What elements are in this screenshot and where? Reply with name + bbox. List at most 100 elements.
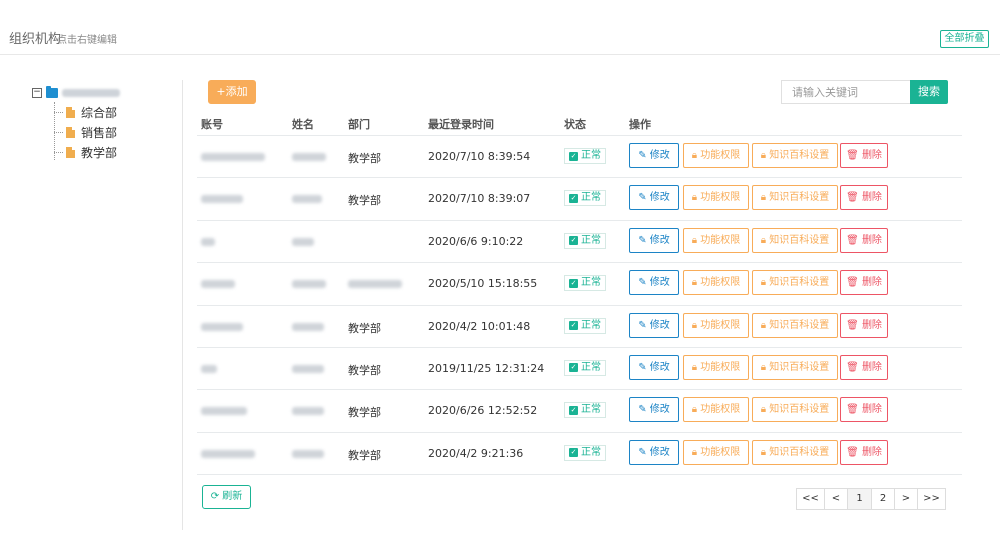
kb-settings-button[interactable]: 🔒︎ 知识百科设置 <box>752 312 838 338</box>
edit-button[interactable]: ✎ 修改 <box>629 270 679 296</box>
kb-settings-button[interactable]: 🔒︎ 知识百科设置 <box>752 185 838 211</box>
add-button[interactable]: +添加 <box>208 80 256 104</box>
last-login-cell: 2020/4/2 9:21:36 <box>428 446 524 460</box>
tree-root-label[interactable] <box>62 89 120 97</box>
collapse-toggle-icon[interactable]: − <box>32 88 42 98</box>
kb-settings-button[interactable]: 🔒︎ 知识百科设置 <box>752 227 838 253</box>
kb-settings-button[interactable]: 🔒︎ 知识百科设置 <box>752 270 838 296</box>
pager-prev[interactable]: < <box>824 488 848 510</box>
kb-settings-button-label: 知识百科设置 <box>769 150 830 161</box>
edit-button[interactable]: ✎ 修改 <box>629 143 679 168</box>
tree-node-label[interactable]: 教学部 <box>81 144 117 161</box>
kb-settings-button-label: 知识百科设置 <box>769 319 830 331</box>
kb-settings-button[interactable]: 🔒︎ 知识百科设置 <box>752 354 838 380</box>
tree-node-sales[interactable]: 销售部 <box>54 122 120 142</box>
column-header-status: 状态 <box>564 118 586 131</box>
account-cell <box>201 322 243 331</box>
permission-button-label: 功能权限 <box>700 234 741 246</box>
lock-icon: 🔒︎ <box>760 446 770 458</box>
permission-button[interactable]: 🔒︎ 功能权限 <box>683 227 749 253</box>
delete-button-label: 删除 <box>861 404 882 416</box>
permission-button[interactable]: 🔒︎ 功能权限 <box>683 354 749 380</box>
check-icon: ✓ <box>569 193 578 203</box>
last-login-cell: 2020/7/10 8:39:07 <box>428 192 531 206</box>
delete-button[interactable]: 🗑︎ 删除 <box>840 439 888 465</box>
edit-button-label: 修改 <box>649 234 670 246</box>
edit-button[interactable]: ✎ 修改 <box>629 439 679 465</box>
pager-next[interactable]: > <box>894 488 918 510</box>
lock-icon: 🔒︎ <box>760 150 770 161</box>
edit-icon: ✎ <box>638 319 650 331</box>
delete-button-label: 删除 <box>861 446 882 458</box>
column-header-account: 账号 <box>201 118 223 131</box>
edit-button[interactable]: ✎ 修改 <box>629 185 679 211</box>
pager-last[interactable]: >> <box>917 488 946 510</box>
status-badge: ✓ 正常 <box>564 148 606 164</box>
permission-button[interactable]: 🔒︎ 功能权限 <box>683 312 749 338</box>
trash-icon: 🗑︎ <box>846 404 862 416</box>
delete-button[interactable]: 🗑︎ 删除 <box>840 397 888 423</box>
dept-cell: 教学部 <box>348 321 381 335</box>
permission-button-label: 功能权限 <box>700 319 741 331</box>
pager-page-2[interactable]: 2 <box>871 488 895 510</box>
edit-button[interactable]: ✎ 修改 <box>629 312 679 338</box>
delete-button[interactable]: 🗑︎ 删除 <box>840 143 888 168</box>
table-row: 教学部 2019/11/25 12:31:24 ✓ 正常 ✎ 修改 🔒︎ 功能权限 🔒︎ 知… <box>197 348 962 391</box>
edit-button-label: 修改 <box>649 404 670 416</box>
delete-button[interactable]: 🗑︎ 删除 <box>840 270 888 296</box>
account-cell <box>201 153 265 161</box>
edit-button[interactable]: ✎ 修改 <box>629 354 679 380</box>
last-login-cell: 2020/5/10 15:18:55 <box>428 277 538 291</box>
status-label: 正常 <box>581 150 601 161</box>
last-login-cell: 2019/11/25 12:31:24 <box>428 361 545 375</box>
kb-settings-button-label: 知识百科设置 <box>769 234 830 246</box>
pagination: << < 1 2 > >> <box>796 488 946 510</box>
lock-icon: 🔒︎ <box>691 404 701 416</box>
collapse-all-button[interactable]: 全部折叠 <box>940 30 989 48</box>
trash-icon: 🗑︎ <box>846 234 862 246</box>
status-label: 正常 <box>581 319 601 331</box>
search-button[interactable]: 搜索 <box>910 80 948 104</box>
name-cell <box>292 237 314 246</box>
pager-page-1[interactable]: 1 <box>847 488 872 510</box>
lock-icon: 🔒︎ <box>691 361 701 373</box>
permission-button[interactable]: 🔒︎ 功能权限 <box>683 397 749 423</box>
permission-button[interactable]: 🔒︎ 功能权限 <box>683 439 749 465</box>
tree-root[interactable]: − <box>32 84 120 102</box>
account-cell <box>201 280 235 289</box>
tree-node-label[interactable]: 综合部 <box>81 104 117 121</box>
edit-icon: ✎ <box>638 404 650 416</box>
edit-button[interactable]: ✎ 修改 <box>629 227 679 253</box>
account-cell <box>201 237 215 246</box>
edit-button[interactable]: ✎ 修改 <box>629 397 679 423</box>
column-header-dept: 部门 <box>348 118 370 131</box>
status-badge: ✓ 正常 <box>564 275 606 292</box>
delete-button[interactable]: 🗑︎ 删除 <box>840 185 888 211</box>
table-row: 教学部 2020/7/10 8:39:54 ✓ 正常 ✎ 修改 🔒︎ 功能权限 🔒︎ 知识百… <box>197 136 962 179</box>
permission-button[interactable]: 🔒︎ 功能权限 <box>683 185 749 211</box>
dept-cell: 教学部 <box>348 406 381 420</box>
delete-button-label: 删除 <box>861 234 882 246</box>
check-icon: ✓ <box>569 236 578 246</box>
delete-button[interactable]: 🗑︎ 删除 <box>840 354 888 380</box>
refresh-button[interactable]: ⟳ 刷新 <box>202 485 251 509</box>
edit-icon: ✎ <box>638 446 650 458</box>
table-row: 2020/6/6 9:10:22 ✓ 正常 ✎ 修改 🔒︎ 功能权限 🔒︎ 知识百科设置 🗑… <box>197 221 962 264</box>
status-badge: ✓ 正常 <box>564 317 606 334</box>
pager-first[interactable]: << <box>796 488 825 510</box>
permission-button[interactable]: 🔒︎ 功能权限 <box>683 143 749 168</box>
name-cell <box>292 407 324 416</box>
search-input[interactable] <box>781 80 911 104</box>
kb-settings-button[interactable]: 🔒︎ 知识百科设置 <box>752 397 838 423</box>
permission-button[interactable]: 🔒︎ 功能权限 <box>683 270 749 296</box>
delete-button[interactable]: 🗑︎ 删除 <box>840 227 888 253</box>
tree-node-label[interactable]: 销售部 <box>81 124 117 141</box>
table-row: 2020/5/10 15:18:55 ✓ 正常 ✎ 修改 🔒︎ 功能权限 🔒︎ 知识百科设… <box>197 263 962 306</box>
permission-button-label: 功能权限 <box>700 446 741 458</box>
tree-node-teaching[interactable]: 教学部 <box>54 142 120 162</box>
lock-icon: 🔒︎ <box>760 319 770 331</box>
kb-settings-button[interactable]: 🔒︎ 知识百科设置 <box>752 439 838 465</box>
delete-button[interactable]: 🗑︎ 删除 <box>840 312 888 338</box>
tree-node-general[interactable]: 综合部 <box>54 102 120 122</box>
kb-settings-button[interactable]: 🔒︎ 知识百科设置 <box>752 143 838 168</box>
